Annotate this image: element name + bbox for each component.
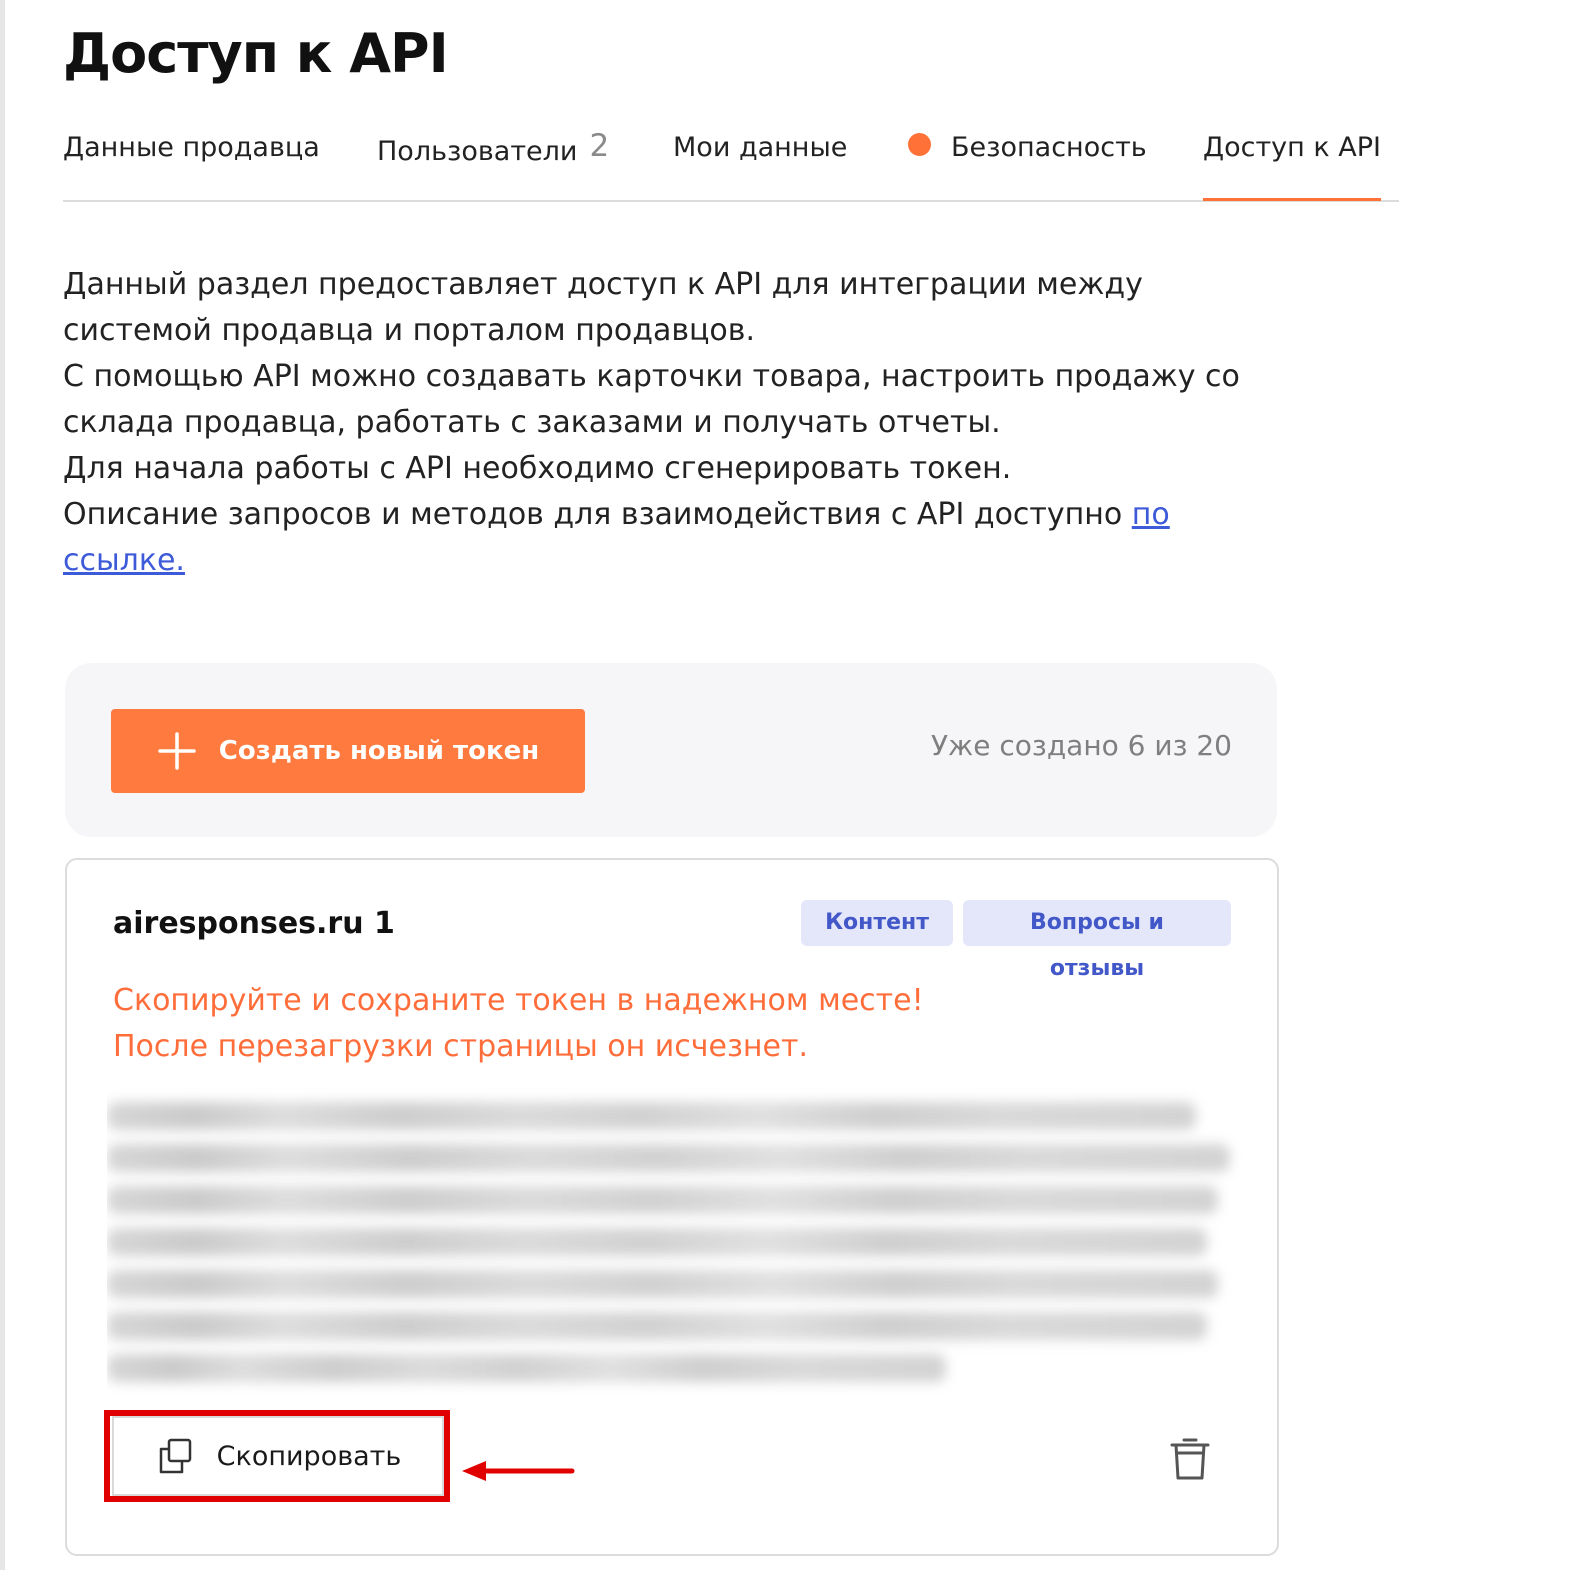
create-token-label: Создать новый токен bbox=[218, 736, 540, 766]
tab-users[interactable]: Пользователи 2 bbox=[377, 128, 609, 198]
warning-line: Скопируйте и сохраните токен в надежном … bbox=[113, 983, 924, 1018]
tabs-bar: Данные продавца Пользователи 2 Мои данные… bbox=[63, 128, 1399, 202]
token-value-blurred bbox=[107, 1088, 1241, 1406]
tab-seller-data[interactable]: Данные продавца bbox=[63, 132, 320, 198]
intro-paragraph: С помощью API можно создавать карточки т… bbox=[63, 359, 1240, 440]
tab-label: Мои данные bbox=[673, 132, 848, 163]
create-token-panel: Создать новый токен Уже создано 6 из 20 bbox=[65, 663, 1277, 837]
warning-line: После перезагрузки страницы он исчезнет. bbox=[113, 1029, 809, 1064]
plus-icon bbox=[158, 732, 196, 770]
tab-security[interactable]: Безопасность bbox=[908, 132, 1147, 198]
token-scope-tags: Контент Вопросы и отзывы bbox=[801, 900, 1231, 981]
users-count-badge: 2 bbox=[589, 128, 610, 164]
copy-token-label: Скопировать bbox=[216, 1440, 402, 1472]
left-edge-divider bbox=[0, 0, 5, 1570]
intro-text: Данный раздел предоставляет доступ к API… bbox=[63, 262, 1283, 584]
red-arrow-icon bbox=[462, 1461, 575, 1481]
copy-icon bbox=[159, 1438, 191, 1474]
tab-label: Безопасность bbox=[951, 132, 1147, 163]
trash-icon[interactable] bbox=[1168, 1434, 1212, 1482]
token-name: airesponses.ru 1 bbox=[113, 906, 395, 941]
intro-paragraph: Для начала работы с API необходимо сгене… bbox=[63, 451, 1012, 486]
security-alert-dot-icon bbox=[908, 133, 931, 156]
tab-label: Данные продавца bbox=[63, 132, 320, 163]
page-title: Доступ к API bbox=[63, 22, 449, 85]
scope-tag: Вопросы и отзывы bbox=[963, 900, 1231, 981]
intro-paragraph: Данный раздел предоставляет доступ к API… bbox=[63, 267, 1143, 348]
create-token-button[interactable]: Создать новый токен bbox=[111, 709, 585, 793]
tokens-created-count: Уже создано 6 из 20 bbox=[930, 729, 1232, 762]
tab-api-access[interactable]: Доступ к API bbox=[1203, 132, 1382, 201]
scope-tag: Контент bbox=[801, 900, 953, 946]
docs-text: Описание запросов и методов для взаимоде… bbox=[63, 497, 1132, 532]
tab-label: Доступ к API bbox=[1203, 132, 1382, 163]
token-warning: Скопируйте и сохраните токен в надежном … bbox=[113, 978, 924, 1070]
intro-paragraph: Описание запросов и методов для взаимоде… bbox=[63, 492, 1283, 584]
tab-my-data[interactable]: Мои данные bbox=[673, 132, 847, 198]
copy-token-button[interactable]: Скопировать bbox=[112, 1416, 444, 1496]
tab-label: Пользователи bbox=[377, 136, 578, 167]
